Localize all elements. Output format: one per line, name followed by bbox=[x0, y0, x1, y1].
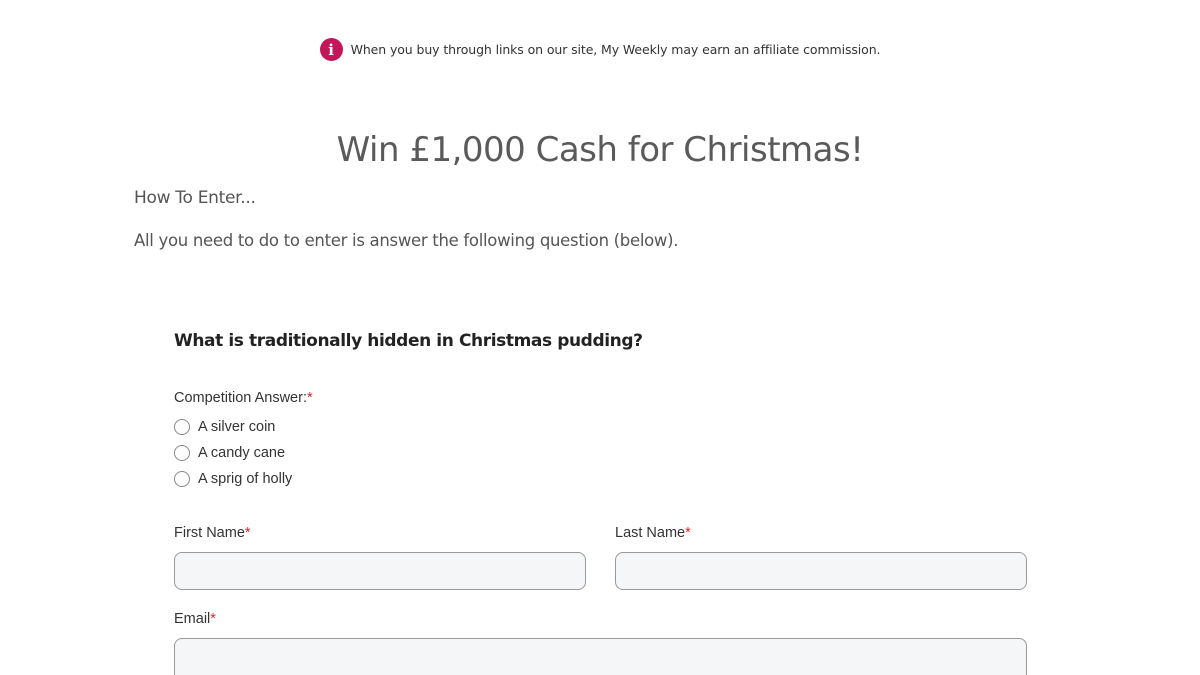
last-name-label-text: Last Name bbox=[615, 525, 686, 541]
answer-options: A silver coin A candy cane A sprig of ho… bbox=[174, 414, 292, 492]
answer-option-sprig-of-holly[interactable]: A sprig of holly bbox=[174, 466, 292, 492]
first-name-label: First Name* bbox=[174, 525, 251, 541]
first-name-field[interactable] bbox=[174, 552, 586, 590]
answer-option-candy-cane[interactable]: A candy cane bbox=[174, 440, 292, 466]
answer-option-label: A silver coin bbox=[198, 419, 276, 435]
radio-button[interactable] bbox=[174, 471, 190, 487]
email-label-text: Email bbox=[174, 611, 211, 627]
page-title: Win £1,000 Cash for Christmas! bbox=[336, 130, 864, 170]
required-marker: * bbox=[685, 525, 691, 541]
required-marker: * bbox=[244, 525, 251, 541]
competition-answer-label: Competition Answer:* bbox=[174, 390, 313, 406]
answer-option-silver-coin[interactable]: A silver coin bbox=[174, 414, 292, 440]
last-name-label: Last Name* bbox=[615, 525, 691, 541]
radio-button[interactable] bbox=[174, 445, 190, 461]
email-label: Email* bbox=[174, 611, 216, 627]
intro-text: All you need to do to enter is answer th… bbox=[134, 231, 679, 250]
email-field[interactable] bbox=[174, 638, 1027, 675]
required-marker: * bbox=[210, 611, 216, 627]
how-to-enter-heading: How To Enter... bbox=[134, 188, 256, 208]
last-name-field[interactable] bbox=[615, 552, 1027, 590]
required-marker: * bbox=[306, 390, 313, 406]
first-name-label-text: First Name bbox=[174, 525, 245, 541]
radio-button[interactable] bbox=[174, 419, 190, 435]
competition-question: What is traditionally hidden in Christma… bbox=[174, 331, 643, 351]
competition-answer-label-text: Competition Answer: bbox=[174, 390, 307, 406]
affiliate-notice: i When you buy through links on our site… bbox=[0, 38, 1200, 61]
answer-option-label: A candy cane bbox=[198, 445, 286, 461]
affiliate-notice-text: When you buy through links on our site, … bbox=[350, 42, 881, 57]
answer-option-label: A sprig of holly bbox=[198, 471, 293, 487]
info-icon: i bbox=[319, 38, 343, 61]
